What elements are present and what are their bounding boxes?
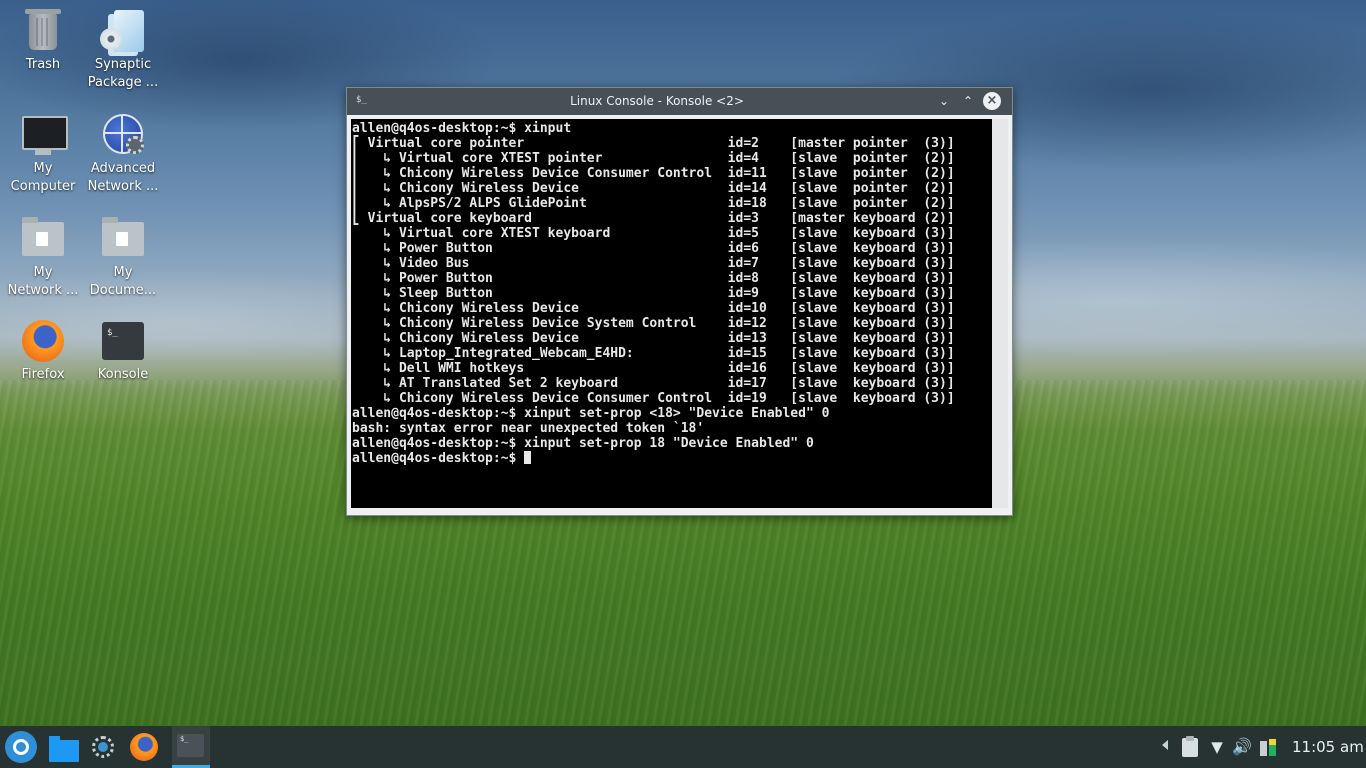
firefox-launcher-button[interactable] [128, 731, 160, 763]
battery-tray-button[interactable] [1258, 737, 1278, 757]
minimize-button[interactable]: ⌄ [935, 92, 953, 110]
desktop-icon-label: Synaptic Package ... [87, 57, 159, 90]
terminal-icon: $_ [177, 734, 204, 757]
tray-expand-arrow-icon[interactable] [1162, 740, 1168, 750]
terminal-line: ↳ AT Translated Set 2 keyboard id=17 [sl… [352, 376, 955, 391]
desktop-icon-label: Trash [25, 57, 61, 72]
application-launcher-button[interactable] [5, 731, 37, 763]
package-icon [100, 8, 146, 54]
terminal-scrollbar[interactable] [992, 119, 1008, 508]
desktop-icon-label: Konsole [97, 367, 149, 382]
terminal-line: ↳ Chicony Wireless Device id=10 [slave k… [352, 301, 955, 316]
documents-folder-icon [100, 216, 146, 262]
desktop-icon-my-documents[interactable]: My Docume... [82, 216, 164, 300]
desktop-icon-konsole[interactable]: $_ Konsole [82, 318, 164, 384]
desktop-icon-label: My Docume... [89, 265, 157, 298]
terminal-line: ↳ Sleep Button id=9 [slave keyboard (3)] [352, 286, 955, 301]
firefox-icon [20, 318, 66, 364]
battery-level-icon [1269, 739, 1276, 756]
terminal-line: ↳ Laptop_Integrated_Webcam_E4HD: id=15 [… [352, 346, 955, 361]
window-titlebar[interactable]: $_ Linux Console - Konsole <2> ⌄ ⌃ × [347, 88, 1012, 115]
window-title: Linux Console - Konsole <2> [570, 94, 744, 108]
volume-icon: 🔊 [1232, 737, 1252, 756]
clock[interactable]: 11:05 am [1292, 738, 1364, 756]
terminal-line: bash: syntax error near unexpected token… [352, 421, 705, 436]
terminal-line: allen@q4os-desktop:~$ xinput [352, 121, 572, 136]
battery-icon [1260, 741, 1267, 756]
terminal-line: ↳ Chicony Wireless Device id=13 [slave k… [352, 331, 955, 346]
firefox-icon [130, 733, 158, 761]
task-konsole[interactable]: $_ [172, 726, 210, 768]
terminal-line: ↳ Power Button id=8 [slave keyboard (3)] [352, 271, 955, 286]
terminal-icon: $_ [100, 318, 146, 364]
terminal-line: ↳ Video Bus id=7 [slave keyboard (3)] [352, 256, 955, 271]
synaptic-launcher-button[interactable] [87, 731, 119, 763]
terminal-line: ↳ Virtual core XTEST keyboard id=5 [slav… [352, 226, 955, 241]
terminal-line: ↳ Chicony Wireless Device Consumer Contr… [352, 391, 955, 406]
terminal-line: ⎜ ↳ Chicony Wireless Device Consumer Con… [352, 166, 955, 181]
wifi-icon: ▼ [1211, 738, 1223, 756]
volume-tray-button[interactable]: 🔊 [1232, 737, 1252, 757]
terminal-output[interactable]: allen@q4os-desktop:~$ xinput ⎡ Virtual co… [351, 119, 992, 508]
network-tray-button[interactable]: ▼ [1207, 737, 1227, 757]
network-folder-icon [20, 216, 66, 262]
terminal-prompt-line: allen@q4os-desktop:~$ [352, 451, 992, 466]
terminal-line: ⎣ Virtual core keyboard id=3 [master key… [352, 211, 955, 226]
konsole-window[interactable]: $_ Linux Console - Konsole <2> ⌄ ⌃ × all… [346, 87, 1013, 516]
package-icon [92, 736, 114, 758]
maximize-button[interactable]: ⌃ [959, 92, 977, 110]
desktop-icon-label: Advanced Network ... [87, 161, 159, 194]
desktop-icon-trash[interactable]: Trash [2, 8, 84, 74]
terminal-line: ⎜ ↳ Chicony Wireless Device id=14 [slave… [352, 181, 955, 196]
desktop-icon-advanced-network[interactable]: Advanced Network ... [82, 112, 164, 196]
terminal-line: ↳ Dell WMI hotkeys id=16 [slave keyboard… [352, 361, 955, 376]
desktop-icon-my-network[interactable]: My Network ... [2, 216, 84, 300]
file-manager-button[interactable] [48, 731, 80, 763]
desktop-icon-my-computer[interactable]: My Computer [2, 112, 84, 196]
close-button[interactable]: × [983, 92, 1001, 110]
desktop-icon-firefox[interactable]: Firefox [2, 318, 84, 384]
computer-icon [20, 112, 68, 158]
terminal-line: allen@q4os-desktop:~$ xinput set-prop <1… [352, 406, 830, 421]
terminal-line: ⎡ Virtual core pointer id=2 [master poin… [352, 136, 955, 151]
desktop-icon-label: My Computer [10, 161, 76, 194]
desktop-icon-label: Firefox [21, 367, 65, 382]
clipboard-tray-button[interactable] [1180, 736, 1200, 757]
clipboard-icon [1182, 736, 1198, 757]
terminal-prompt: allen@q4os-desktop:~$ [352, 451, 525, 466]
network-settings-icon [100, 112, 146, 158]
terminal-line: ⎜ ↳ AlpsPS/2 ALPS GlidePoint id=18 [slav… [352, 196, 955, 211]
terminal-line: ⎜ ↳ Virtual core XTEST pointer id=4 [sla… [352, 151, 955, 166]
terminal-line: ↳ Chicony Wireless Device System Control… [352, 316, 955, 331]
trash-icon [20, 8, 66, 54]
desktop-icon-synaptic[interactable]: Synaptic Package ... [82, 8, 164, 92]
terminal-cursor [524, 451, 532, 464]
terminal-line: allen@q4os-desktop:~$ xinput set-prop 18… [352, 436, 814, 451]
desktop-icon-label: My Network ... [7, 265, 79, 298]
folder-icon [49, 736, 79, 762]
terminal-line: ↳ Power Button id=6 [slave keyboard (3)] [352, 241, 955, 256]
